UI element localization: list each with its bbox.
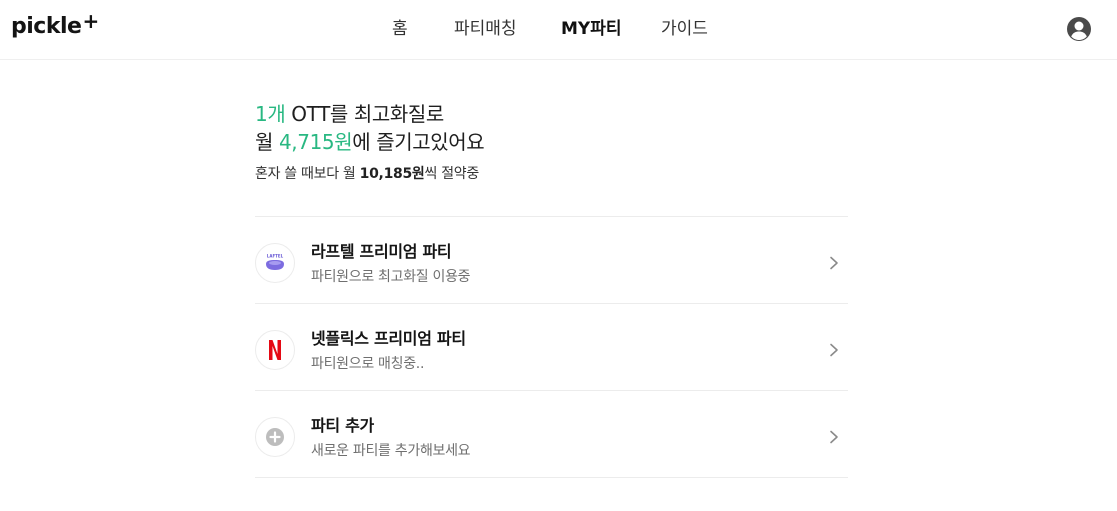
- party-status: 파티원으로 매칭중..: [311, 356, 425, 372]
- party-item-laftel[interactable]: LAFTEL 라프텔 프리미엄 파티 파티원으로 최고화질 이용중: [255, 217, 848, 304]
- netflix-logo-icon: [255, 330, 295, 370]
- chevron-right-icon: [828, 342, 840, 357]
- add-party-item[interactable]: 파티 추가 새로운 파티를 추가해보세요: [255, 391, 848, 478]
- nav-party-matching[interactable]: 파티매칭: [454, 17, 517, 41]
- headline-line-1-text: OTT를 최고화질로: [285, 102, 444, 126]
- nav-my-party[interactable]: MY파티: [561, 17, 622, 41]
- nav-home[interactable]: 홈: [392, 17, 408, 41]
- party-title: 파티 추가: [311, 416, 374, 435]
- party-title: 넷플릭스 프리미엄 파티: [311, 329, 466, 348]
- nav-guide[interactable]: 가이드: [661, 17, 708, 41]
- party-status: 파티원으로 최고화질 이용중: [311, 269, 471, 285]
- party-item-netflix[interactable]: 넷플릭스 프리미엄 파티 파티원으로 매칭중..: [255, 304, 848, 391]
- headline-line-2: 월 4,715원에 즐기고있어요: [255, 128, 855, 156]
- monthly-price: 4,715원: [278, 130, 353, 154]
- svg-text:LAFTEL: LAFTEL: [267, 254, 284, 259]
- main-nav: 홈 파티매칭 MY파티 가이드: [0, 0, 1117, 58]
- headline-line-2-text: 에 즐기고있어요: [352, 130, 485, 154]
- laftel-logo-icon: LAFTEL: [255, 243, 295, 283]
- chevron-right-icon: [828, 255, 840, 270]
- profile-avatar-icon[interactable]: [1066, 16, 1092, 42]
- monthly-prefix: 월: [255, 130, 279, 154]
- party-status: 새로운 파티를 추가해보세요: [311, 443, 471, 459]
- chevron-right-icon: [828, 429, 840, 444]
- saving-prefix: 혼자 쓸 때보다 월: [255, 166, 360, 182]
- headline-line-1: 1개 OTT를 최고화질로: [255, 100, 855, 128]
- party-list: LAFTEL 라프텔 프리미엄 파티 파티원으로 최고화질 이용중 넷플릭스 프…: [255, 216, 848, 478]
- savings-summary: 1개 OTT를 최고화질로 월 4,715원에 즐기고있어요 혼자 쓸 때보다 …: [255, 100, 855, 184]
- ott-count: 1개: [255, 102, 286, 126]
- top-navigation-bar: pickle + 홈 파티매칭 MY파티 가이드: [0, 0, 1117, 60]
- party-title: 라프텔 프리미엄 파티: [311, 242, 452, 261]
- saving-amount: 10,185원: [359, 166, 425, 182]
- savings-text: 혼자 쓸 때보다 월 10,185원씩 절약중: [255, 164, 855, 184]
- saving-suffix: 씩 절약중: [424, 166, 479, 182]
- plus-circle-icon: [255, 417, 295, 457]
